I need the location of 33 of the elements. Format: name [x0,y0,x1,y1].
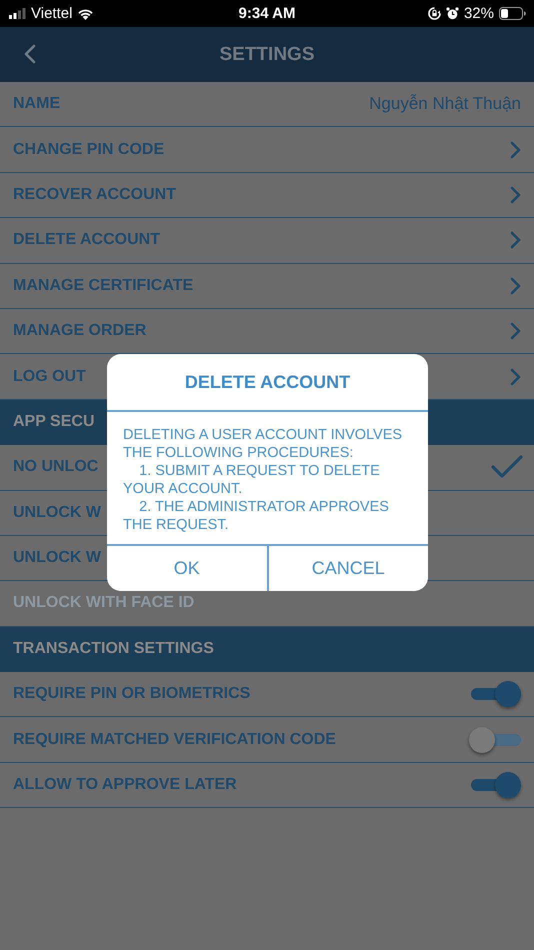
cancel-button[interactable]: CANCEL [266,546,428,591]
chevron-icon [510,322,521,340]
setting-label: NAME [13,95,60,114]
settings-item[interactable]: DELETE ACCOUNT [0,218,534,264]
section-title: APP SECU [13,413,95,432]
signal-icon [9,8,26,19]
back-icon [24,44,36,64]
toggle-switch[interactable] [469,681,521,708]
battery-icon [499,7,526,20]
settings-item[interactable]: CHANGE PIN CODE [0,127,534,173]
chevron-icon [510,276,521,295]
settings-item[interactable]: MANAGE CERTIFICATE [0,264,534,309]
chevron-icon [510,368,521,386]
back-button[interactable] [24,44,36,64]
setting-label: REQUIRE MATCHED VERIFICATION CODE [13,730,336,749]
carrier-name: Viettel [31,5,72,22]
wifi-icon [77,8,94,20]
setting-label: REQUIRE PIN OR BIOMETRICS [13,685,250,704]
rotation-lock-icon [428,7,441,20]
setting-label: ALLOW TO APPROVE LATER [13,776,237,794]
page-title: SETTINGS [219,44,314,66]
toggle-switch[interactable] [469,726,521,753]
chevron-icon [510,140,521,159]
battery-percent: 32% [464,5,494,22]
dialog-title: DELETE ACCOUNT [107,354,428,412]
section-title: TRANSACTION SETTINGS [13,640,214,658]
chevron-icon [510,186,521,204]
toggle-switch[interactable] [469,772,521,798]
chevron-icon [510,231,521,250]
alarm-icon [446,7,459,20]
status-time: 9:34 AM [238,5,296,22]
settings-item[interactable]: RECOVER ACCOUNT [0,172,534,218]
setting-value: Nguyễn Nhật Thuận [369,94,521,114]
